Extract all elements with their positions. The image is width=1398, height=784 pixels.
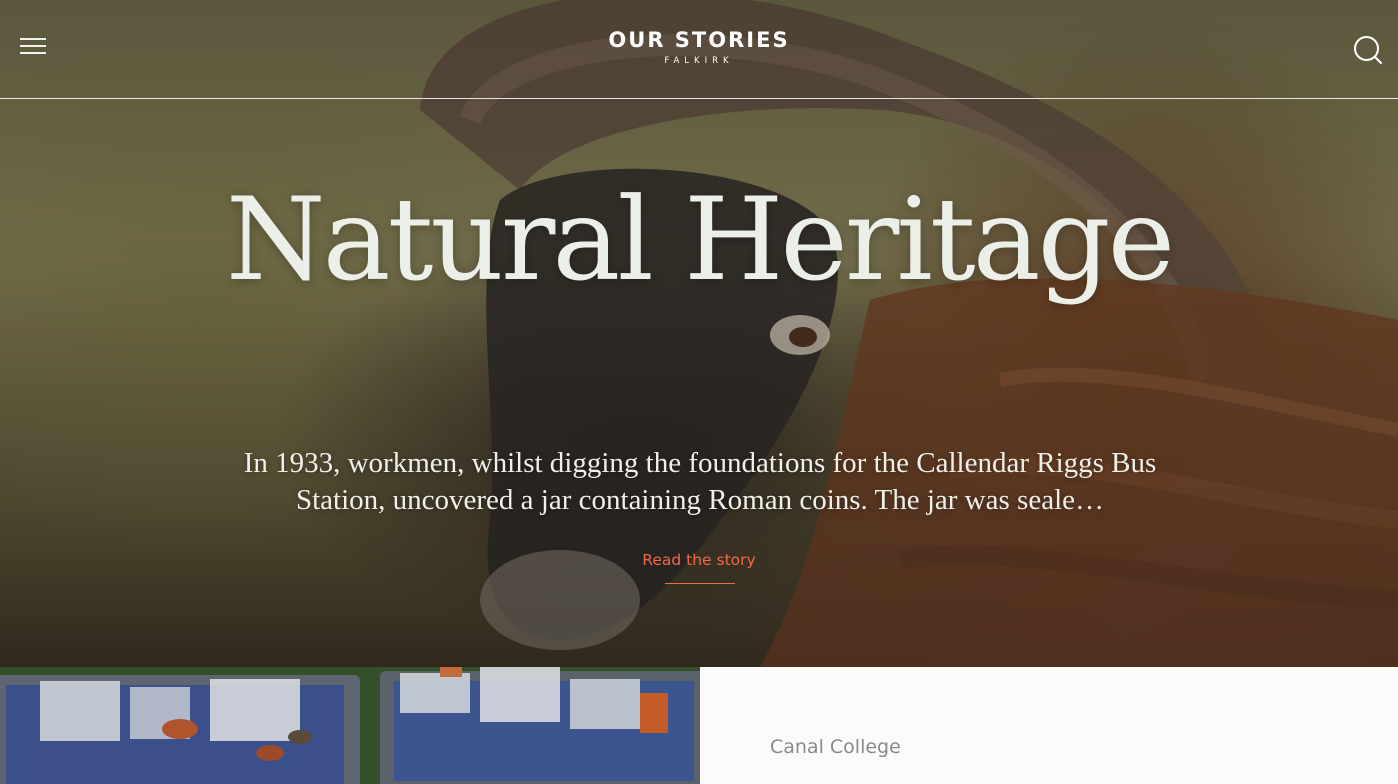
next-story-title[interactable]: Canal College xyxy=(770,736,901,758)
site-header: OUR STORIES FALKIRK xyxy=(0,0,1398,99)
hero-title: Natural Heritage xyxy=(225,173,1175,306)
next-story-image[interactable] xyxy=(0,667,700,784)
search-icon[interactable] xyxy=(1352,34,1384,66)
logo-main-text: OUR STORIES xyxy=(608,28,790,52)
hamburger-menu-icon[interactable] xyxy=(20,36,46,56)
site-logo[interactable]: OUR STORIES FALKIRK xyxy=(549,28,849,67)
finds-crates-image xyxy=(0,667,700,784)
read-story-underline xyxy=(665,583,735,584)
hero-excerpt: In 1933, workmen, whilst digging the fou… xyxy=(243,447,1157,516)
hero-section: OUR STORIES FALKIRK Natural Heritage In … xyxy=(0,0,1398,667)
next-story-panel[interactable] xyxy=(700,667,1398,784)
read-story-link[interactable]: Read the story xyxy=(624,549,774,571)
logo-sub-text: FALKIRK xyxy=(664,56,734,66)
